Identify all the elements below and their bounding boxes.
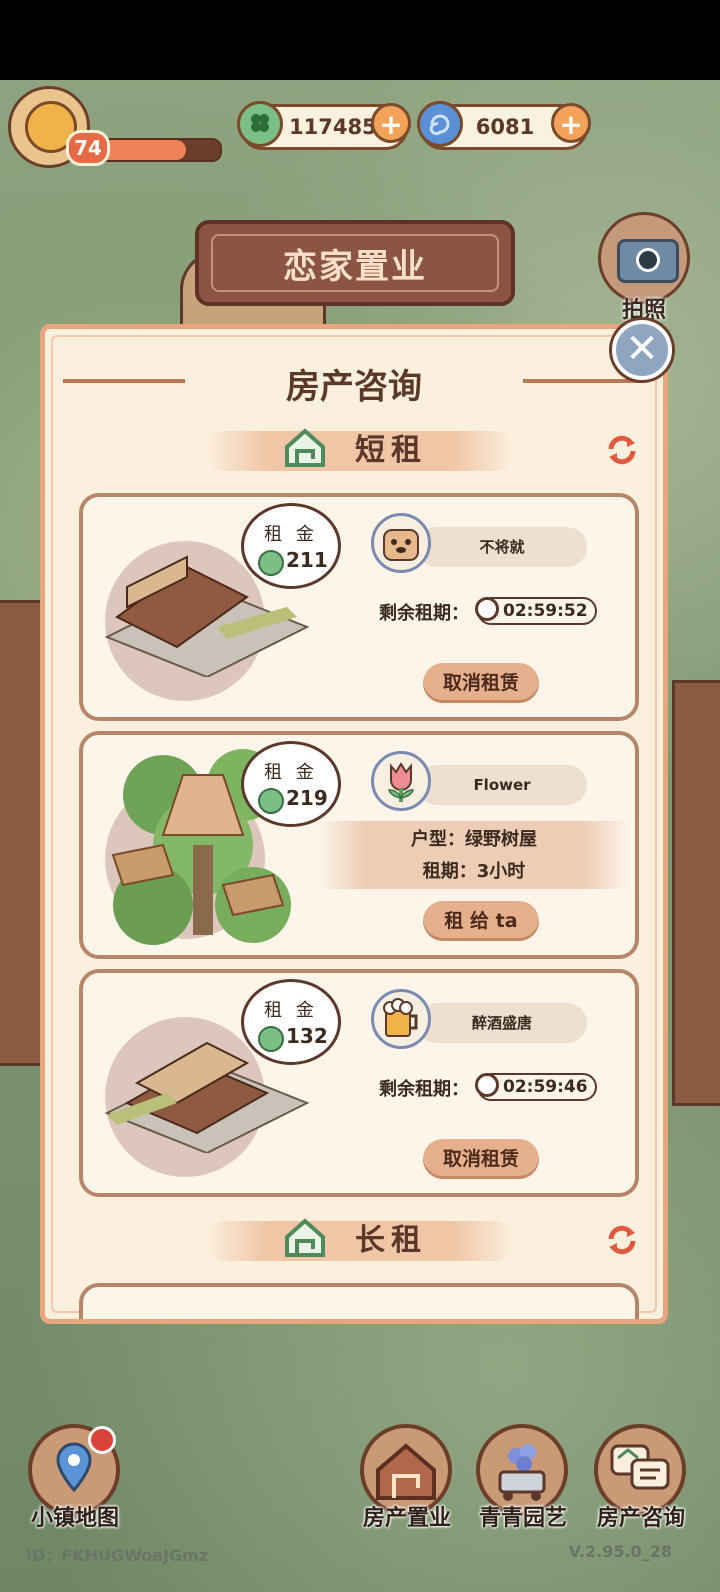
rent-label: 租 金 [264, 524, 318, 545]
clock-icon [475, 1073, 499, 1097]
refresh-short-term-icon[interactable] [605, 433, 639, 467]
tenant-name: 不将就 [479, 538, 525, 556]
tenant-name-pill: 醉酒盛唐 [417, 1003, 587, 1043]
short-term-header: 短租 [205, 428, 515, 471]
clover-coin-icon [258, 550, 284, 576]
gem-currency-value: 6081 [475, 115, 535, 139]
remaining-timer: 02:59:52 [503, 601, 588, 621]
clover-coin-icon [237, 101, 283, 147]
clock-icon [475, 597, 499, 621]
tenant-name-pill: 不将就 [417, 527, 587, 567]
rental-offer-card[interactable]: 租 金 219 Flower 户型：绿野树屋 租期：3小时 租 给 ta [79, 731, 639, 959]
remaining-term-label: 剩余租期： [379, 1079, 469, 1100]
camera-lens [636, 248, 660, 272]
remaining-term-label: 剩余租期： [379, 603, 469, 624]
town-map-label: 小镇地图 [30, 1506, 119, 1531]
scene-building-right [672, 680, 720, 1106]
banner-inner-frame: 恋家置业 [211, 234, 499, 292]
rental-card[interactable]: 租 金 132 醉酒盛唐 剩余租期： 02:59:46 取消租赁 [79, 969, 639, 1197]
xp-progress-bar [96, 138, 222, 162]
house-icon [285, 428, 325, 467]
rent-value: 211 [286, 548, 328, 572]
building-name-banner: 恋家置业 [195, 220, 515, 306]
long-term-label: 长租 [355, 1223, 427, 1258]
notification-dot [88, 1426, 116, 1454]
remaining-timer: 02:59:46 [503, 1077, 588, 1097]
status-bar [0, 0, 720, 80]
add-gem-button[interactable]: + [551, 103, 591, 143]
clover-currency: 117485 + [237, 101, 411, 150]
panel-title: 房产咨询 [286, 367, 422, 407]
cancel-lease-button[interactable]: 取消租赁 [423, 663, 539, 703]
camera-icon [617, 239, 679, 283]
cancel-lease-button[interactable]: 取消租赁 [423, 1139, 539, 1179]
level-badge: 74 [66, 130, 110, 166]
refresh-long-term-icon[interactable] [605, 1223, 639, 1257]
rent-bubble: 租 金 132 [241, 979, 341, 1065]
rental-card[interactable]: 租 金 211 不将就 剩余租期： 02:59:52 取消租赁 [79, 493, 639, 721]
beer-mug-avatar-icon[interactable] [371, 989, 431, 1049]
rent-value: 219 [286, 786, 328, 810]
tenant-name-pill: Flower [417, 765, 587, 805]
long-term-card-partial[interactable] [79, 1283, 639, 1319]
blue-swirl-icon [417, 101, 463, 147]
long-term-header: 长租 [205, 1218, 515, 1261]
offer-details: 户型：绿野树屋 租期：3小时 [319, 821, 629, 889]
rent-value: 132 [286, 1024, 328, 1048]
dog-avatar-icon[interactable] [371, 513, 431, 573]
clover-coin-icon [258, 788, 284, 814]
property-buy-label: 房产置业 [362, 1506, 451, 1531]
xp-progress-fill [98, 140, 186, 160]
gem-currency: 6081 + [417, 101, 591, 150]
rent-label: 租 金 [264, 762, 318, 783]
rent-bubble: 租 金 219 [241, 741, 341, 827]
player-id: ID：FKHUGWoaJGmz [26, 1546, 209, 1565]
add-clover-button[interactable]: + [371, 103, 411, 143]
property-consult-panel: 房产咨询 短租 租 金 211 不将就 剩余租期： 02:59:52 取消租赁 … [40, 324, 668, 1324]
property-consult-label: 房产咨询 [596, 1506, 685, 1531]
garden-label: 青青园艺 [478, 1506, 567, 1531]
rent-to-tenant-button[interactable]: 租 给 ta [423, 901, 539, 941]
tenant-name: 醉酒盛唐 [471, 1014, 532, 1032]
timer-pill: 02:59:52 [475, 597, 597, 625]
version-label: V.2.95.0_28 [568, 1542, 672, 1561]
banner-title: 恋家置业 [283, 247, 427, 287]
house-icon [285, 1218, 325, 1257]
house-type: 户型：绿野树屋 [411, 829, 537, 850]
lease-term: 租期：3小时 [422, 861, 526, 882]
clover-coin-icon [258, 1026, 284, 1052]
clover-currency-value: 117485 [289, 115, 377, 139]
timer-pill: 02:59:46 [475, 1073, 597, 1101]
close-button[interactable]: ✕ [612, 320, 672, 380]
tulip-avatar-icon[interactable] [371, 751, 431, 811]
tenant-name: Flower [473, 776, 531, 794]
rent-bubble: 租 金 211 [241, 503, 341, 589]
rent-label: 租 金 [264, 1000, 318, 1021]
camera-button[interactable] [598, 212, 690, 304]
short-term-label: 短租 [355, 433, 427, 468]
